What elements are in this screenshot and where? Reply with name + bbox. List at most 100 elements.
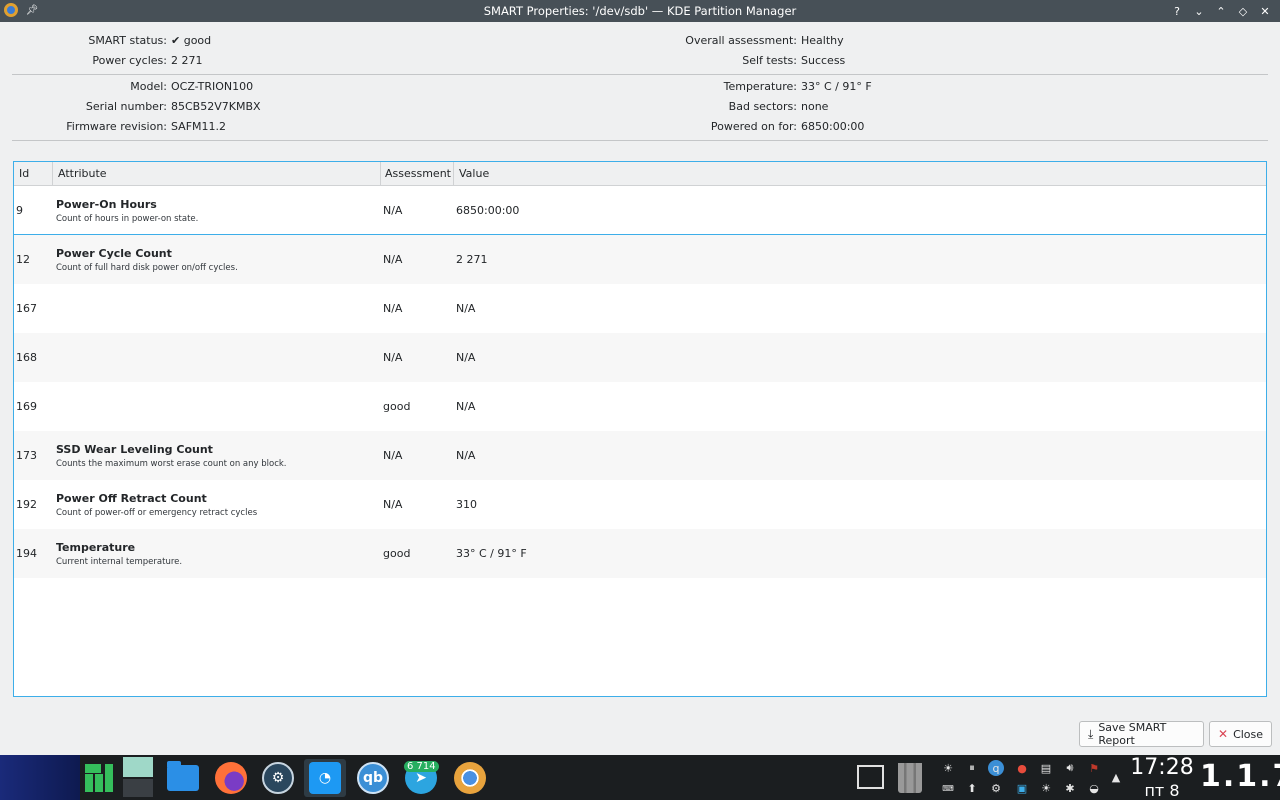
attribute-description: Counts the maximum worst erase count on … [56, 458, 287, 469]
firmware-label: Firmware revision: [66, 120, 167, 133]
taskbar-firefox[interactable] [210, 759, 252, 797]
show-desktop-icon[interactable] [857, 765, 884, 789]
steam-tray-icon[interactable]: ⚙︎ [988, 780, 1004, 796]
help-icon[interactable]: ? [1170, 3, 1184, 19]
cell-id: 192 [16, 498, 37, 511]
cell-value: N/A [456, 400, 476, 413]
table-row[interactable]: 9 Power-On Hours Count of hours in power-o… [14, 186, 1266, 235]
bluetooth-icon[interactable]: ✱︎ [1062, 780, 1078, 796]
title-bar: 📌︎ SMART Properties: '/dev/sdb' — KDE Pa… [0, 0, 1280, 22]
overall-assessment-label: Overall assessment: [685, 34, 797, 47]
cell-attribute: Power Off Retract Count Count of power-of… [56, 480, 381, 529]
column-header-assessment[interactable]: Assessment [381, 162, 454, 186]
temperature-value: 33° C / 91° F [801, 80, 872, 93]
qbittorrent-icon: qb [357, 762, 389, 794]
tray-expand-icon[interactable]: ▲︎ [1108, 769, 1124, 785]
smart-attributes-table[interactable]: Id Attribute Assessment Value 9 Power-On … [13, 161, 1267, 697]
powered-on-value: 6850:00:00 [801, 120, 865, 133]
taskbar-steam[interactable]: ⚙︎ [257, 759, 299, 797]
taskbar-telegram[interactable]: ➤ 6 714 [400, 759, 442, 797]
attribute-name: Power Cycle Count [56, 246, 172, 260]
table-row[interactable]: 194 Temperature Current internal temperatu… [14, 529, 1266, 578]
cell-assessment: good [383, 400, 411, 413]
smart-status-value: ✔︎ good [171, 34, 212, 47]
cell-attribute [56, 284, 381, 333]
attribute-description: Count of hours in power-on state. [56, 213, 199, 224]
model-label: Model: [130, 80, 167, 93]
taskbar-chromium[interactable] [449, 759, 491, 797]
taskbar-qbittorrent[interactable]: qb [352, 759, 394, 797]
download-icon: ⤓ [1088, 726, 1094, 741]
smart-status-label: SMART status: [88, 34, 167, 47]
attribute-description: Count of power-off or emergency retract … [56, 507, 258, 518]
cell-id: 168 [16, 351, 37, 364]
cell-attribute: Temperature Current internal temperature. [56, 529, 381, 578]
close-x-icon: ✕ [1218, 727, 1229, 741]
cell-value: 33° C / 91° F [456, 547, 527, 560]
cell-attribute [56, 333, 381, 382]
night-light-icon[interactable]: ☀︎ [1038, 780, 1054, 796]
save-smart-report-button[interactable]: ⤓ Save SMART Report [1079, 721, 1204, 747]
table-row[interactable]: 192 Power Off Retract Count Count of power… [14, 480, 1266, 529]
chromium-icon [454, 762, 486, 794]
close-icon[interactable]: ✕ [1258, 3, 1272, 19]
taskbar-dolphin[interactable] [162, 759, 204, 797]
display-icon[interactable]: ▣ [1014, 780, 1030, 796]
table-row[interactable]: 12 Power Cycle Count Count of full hard di… [14, 235, 1266, 284]
notifications-icon[interactable]: ☀︎ [940, 760, 956, 776]
wifi-icon[interactable]: ◒ [1086, 780, 1102, 796]
attribute-name: Power Off Retract Count [56, 491, 207, 505]
qbittorrent-tray-icon[interactable]: q [988, 760, 1004, 776]
media-pause-icon[interactable]: ⏸︎ [964, 760, 980, 776]
taskbar-partitionmanager[interactable]: ◔ [304, 759, 346, 797]
cell-assessment: N/A [383, 449, 403, 462]
steam-icon: ⚙︎ [262, 762, 294, 794]
table-row[interactable]: 167 N/A N/A [14, 284, 1266, 333]
cell-assessment: N/A [383, 302, 403, 315]
cell-value: 310 [456, 498, 477, 511]
attribute-description: Count of full hard disk power on/off cyc… [56, 262, 238, 273]
cell-attribute: SSD Wear Leveling Count Counts the maximu… [56, 431, 381, 480]
folder-icon [167, 761, 199, 791]
clipboard-icon[interactable]: ▤ [1038, 760, 1054, 776]
pin-icon[interactable]: 📌︎ [26, 4, 39, 16]
self-tests-value: Success [801, 54, 846, 67]
clock-time[interactable]: 17:28 [1129, 755, 1195, 780]
window-title: SMART Properties: '/dev/sdb' — KDE Parti… [483, 4, 797, 18]
application-launcher[interactable] [80, 759, 118, 797]
minimize-icon[interactable]: ⌄ [1192, 3, 1206, 19]
bad-sectors-label: Bad sectors: [728, 100, 797, 113]
cell-id: 12 [16, 253, 30, 266]
table-row[interactable]: 173 SSD Wear Leveling Count Counts the max… [14, 431, 1266, 480]
cell-value: N/A [456, 449, 476, 462]
column-header-attribute[interactable]: Attribute [53, 162, 381, 186]
clock-date[interactable]: пт 8 [1129, 781, 1195, 800]
virtual-desktop-pager[interactable] [121, 755, 155, 800]
keyboard-layout-icon[interactable]: ⌨︎ [940, 780, 956, 796]
volume-icon[interactable]: 🔊︎ [1062, 760, 1078, 776]
tomato-icon[interactable]: ● [1014, 760, 1030, 776]
temperature-label: Temperature: [723, 80, 797, 93]
cell-assessment: N/A [383, 351, 403, 364]
app-icon[interactable] [4, 3, 18, 17]
maximize-icon[interactable]: ⌃ [1214, 3, 1228, 19]
cell-attribute: Power Cycle Count Count of full hard disk… [56, 235, 381, 284]
table-row[interactable]: 168 N/A N/A [14, 333, 1266, 382]
column-header-value[interactable]: Value [454, 162, 1266, 186]
cell-value: 6850:00:00 [456, 204, 520, 217]
trash-icon[interactable] [898, 763, 922, 793]
cell-id: 169 [16, 400, 37, 413]
updates-icon[interactable]: ⬆︎ [964, 780, 980, 796]
desktop-1[interactable] [123, 757, 153, 777]
desktop-2[interactable] [123, 779, 153, 797]
powered-on-label: Powered on for: [710, 120, 797, 133]
us-flag-icon[interactable]: ⚑︎ [1086, 760, 1102, 776]
serial-label: Serial number: [85, 100, 167, 113]
bad-sectors-value: none [801, 100, 829, 113]
taskbar-left-area [0, 755, 80, 800]
table-row[interactable]: 169 good N/A [14, 382, 1266, 431]
column-header-id[interactable]: Id [14, 162, 53, 186]
cell-value: N/A [456, 302, 476, 315]
close-button[interactable]: ✕ Close [1209, 721, 1272, 747]
keep-above-icon[interactable]: ◇ [1236, 3, 1250, 19]
